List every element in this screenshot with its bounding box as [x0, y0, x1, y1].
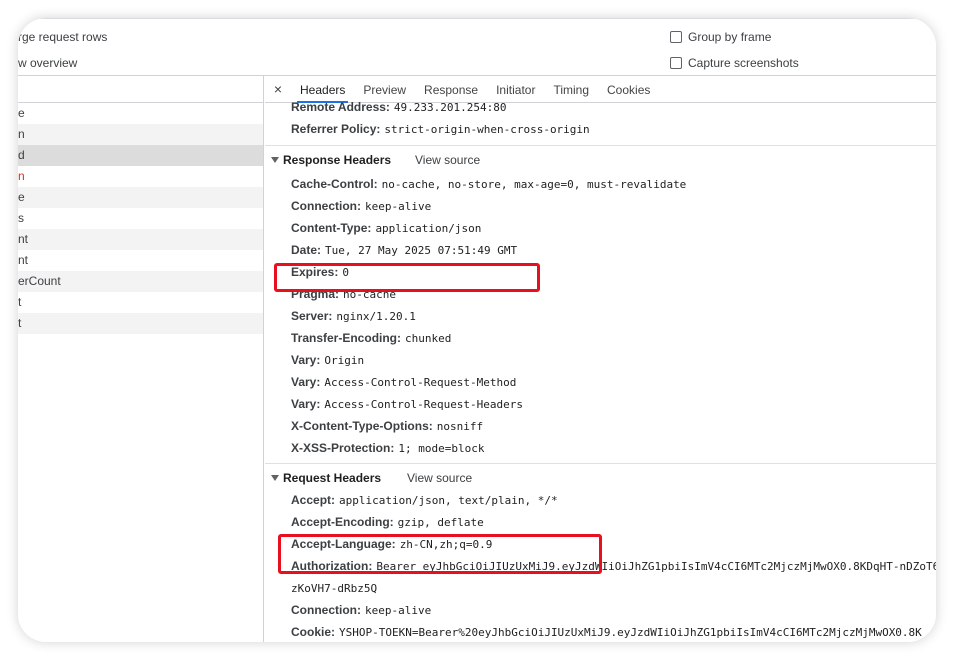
request-row[interactable]: d	[18, 145, 263, 166]
accept-encoding-row: Accept-Encoding: gzip, deflate	[291, 511, 484, 533]
request-list: e n d n e s nt nt erCount t t	[18, 103, 263, 334]
header-key: Connection:	[291, 603, 361, 617]
header-key: Accept:	[291, 493, 336, 507]
request-headers-title: Request Headers	[283, 471, 382, 485]
section-divider	[265, 463, 936, 464]
response-header-row: Vary: Access-Control-Request-Headers	[291, 393, 523, 415]
header-value: keep-alive	[365, 200, 432, 213]
response-headers-title: Response Headers	[283, 153, 392, 167]
tab-cookies[interactable]: Cookies	[598, 76, 659, 103]
header-key: Transfer-Encoding:	[291, 331, 402, 345]
request-row[interactable]: t	[18, 292, 263, 313]
authorization-continuation: zKoVH7-dRbz5Q	[291, 577, 377, 599]
header-value: nginx/1.20.1	[336, 310, 416, 323]
group-by-frame-label: Group by frame	[688, 30, 772, 44]
request-row[interactable]: e	[18, 103, 263, 124]
accept-row: Accept: application/json, text/plain, */*	[291, 489, 558, 511]
header-key: Accept-Encoding:	[291, 515, 394, 529]
header-key: Referrer Policy:	[291, 122, 381, 136]
capture-screenshots-option[interactable]: Capture screenshots	[670, 56, 799, 70]
show-overview-label[interactable]: w overview	[18, 56, 77, 70]
response-headers-toggle[interactable]: Response Headers	[271, 147, 391, 173]
request-row[interactable]: erCount	[18, 271, 263, 292]
header-value: Access-Control-Request-Method	[324, 376, 517, 389]
capture-screenshots-checkbox[interactable]	[670, 57, 682, 69]
header-key: Connection:	[291, 199, 361, 213]
response-header-row: X-Content-Type-Options: nosniff	[291, 415, 483, 437]
referrer-policy-row: Referrer Policy: strict-origin-when-cross…	[291, 118, 590, 140]
header-key: Vary:	[291, 353, 321, 367]
large-request-rows-label[interactable]: rge request rows	[18, 30, 107, 44]
group-by-frame-option[interactable]: Group by frame	[670, 30, 771, 44]
response-header-row: Transfer-Encoding: chunked	[291, 327, 451, 349]
capture-screenshots-label: Capture screenshots	[688, 56, 799, 70]
response-header-row: Content-Type: application/json	[291, 217, 481, 239]
header-value: Tue, 27 May 2025 07:51:49 GMT	[325, 244, 518, 257]
header-value: Access-Control-Request-Headers	[324, 398, 524, 411]
header-key: Vary:	[291, 375, 321, 389]
header-value: gzip, deflate	[397, 516, 484, 529]
header-value: strict-origin-when-cross-origin	[384, 123, 590, 136]
request-row[interactable]: n	[18, 166, 263, 187]
response-header-row: Server: nginx/1.20.1	[291, 305, 416, 327]
header-value: Origin	[324, 354, 365, 367]
response-header-row: Connection: keep-alive	[291, 195, 431, 217]
triangle-down-icon	[271, 475, 279, 481]
response-header-row: Date: Tue, 27 May 2025 07:51:49 GMT	[291, 239, 517, 261]
request-details-pane: × Headers Preview Response Initiator Tim…	[265, 76, 936, 642]
connection-row: Connection: keep-alive	[291, 599, 431, 621]
network-settings-bar: rge request rows w overview Group by fra…	[18, 18, 936, 76]
group-by-frame-checkbox[interactable]	[670, 31, 682, 43]
header-value: keep-alive	[365, 604, 432, 617]
devtools-frame: rge request rows w overview Group by fra…	[18, 18, 936, 642]
header-key: Vary:	[291, 397, 321, 411]
header-key: Remote Address:	[291, 100, 390, 114]
request-row[interactable]: t	[18, 313, 263, 334]
remote-address-row: Remote Address: 49.233.201.254:80	[291, 96, 507, 118]
request-row[interactable]: n	[18, 124, 263, 145]
request-row[interactable]: s	[18, 208, 263, 229]
response-header-row: Vary: Origin	[291, 349, 364, 371]
header-key: Cookie:	[291, 625, 336, 639]
header-key: X-XSS-Protection:	[291, 441, 395, 455]
request-row[interactable]: nt	[18, 229, 263, 250]
request-list-pane: e n d n e s nt nt erCount t t	[18, 76, 264, 642]
header-value: zKoVH7-dRbz5Q	[291, 582, 378, 595]
header-key: Cache-Control:	[291, 177, 378, 191]
header-value: 49.233.201.254:80	[393, 101, 507, 114]
request-view-source-link[interactable]: View source	[407, 471, 472, 485]
response-header-row: X-XSS-Protection: 1; mode=block	[291, 437, 484, 459]
tab-timing[interactable]: Timing	[544, 76, 598, 103]
header-value: 1; mode=block	[398, 442, 485, 455]
section-divider	[265, 145, 936, 146]
header-value: chunked	[405, 332, 452, 345]
request-row[interactable]: nt	[18, 250, 263, 271]
triangle-down-icon	[271, 157, 279, 163]
header-key: X-Content-Type-Options:	[291, 419, 433, 433]
header-key: Server:	[291, 309, 333, 323]
header-key: Date:	[291, 243, 322, 257]
header-key: Content-Type:	[291, 221, 372, 235]
header-value: application/json	[375, 222, 482, 235]
header-value: application/json, text/plain, */*	[339, 494, 558, 507]
response-header-row: Vary: Access-Control-Request-Method	[291, 371, 516, 393]
cookie-row: Cookie: YSHOP-TOEKN=Bearer%20eyJhbGciOiJI…	[291, 621, 922, 642]
request-list-header[interactable]	[18, 76, 263, 103]
response-view-source-link[interactable]: View source	[415, 153, 480, 167]
accept-highlight	[278, 534, 602, 574]
header-value: YSHOP-TOEKN=Bearer%20eyJhbGciOiJIUzUxMiJ…	[339, 626, 922, 639]
header-value: no-cache, no-store, max-age=0, must-reva…	[381, 178, 687, 191]
request-row[interactable]: e	[18, 187, 263, 208]
content-type-highlight	[274, 263, 540, 292]
close-icon[interactable]: ×	[265, 81, 291, 97]
request-headers-toggle[interactable]: Request Headers	[271, 465, 381, 491]
header-value: nosniff	[436, 420, 484, 433]
response-header-row: Cache-Control: no-cache, no-store, max-ag…	[291, 173, 686, 195]
